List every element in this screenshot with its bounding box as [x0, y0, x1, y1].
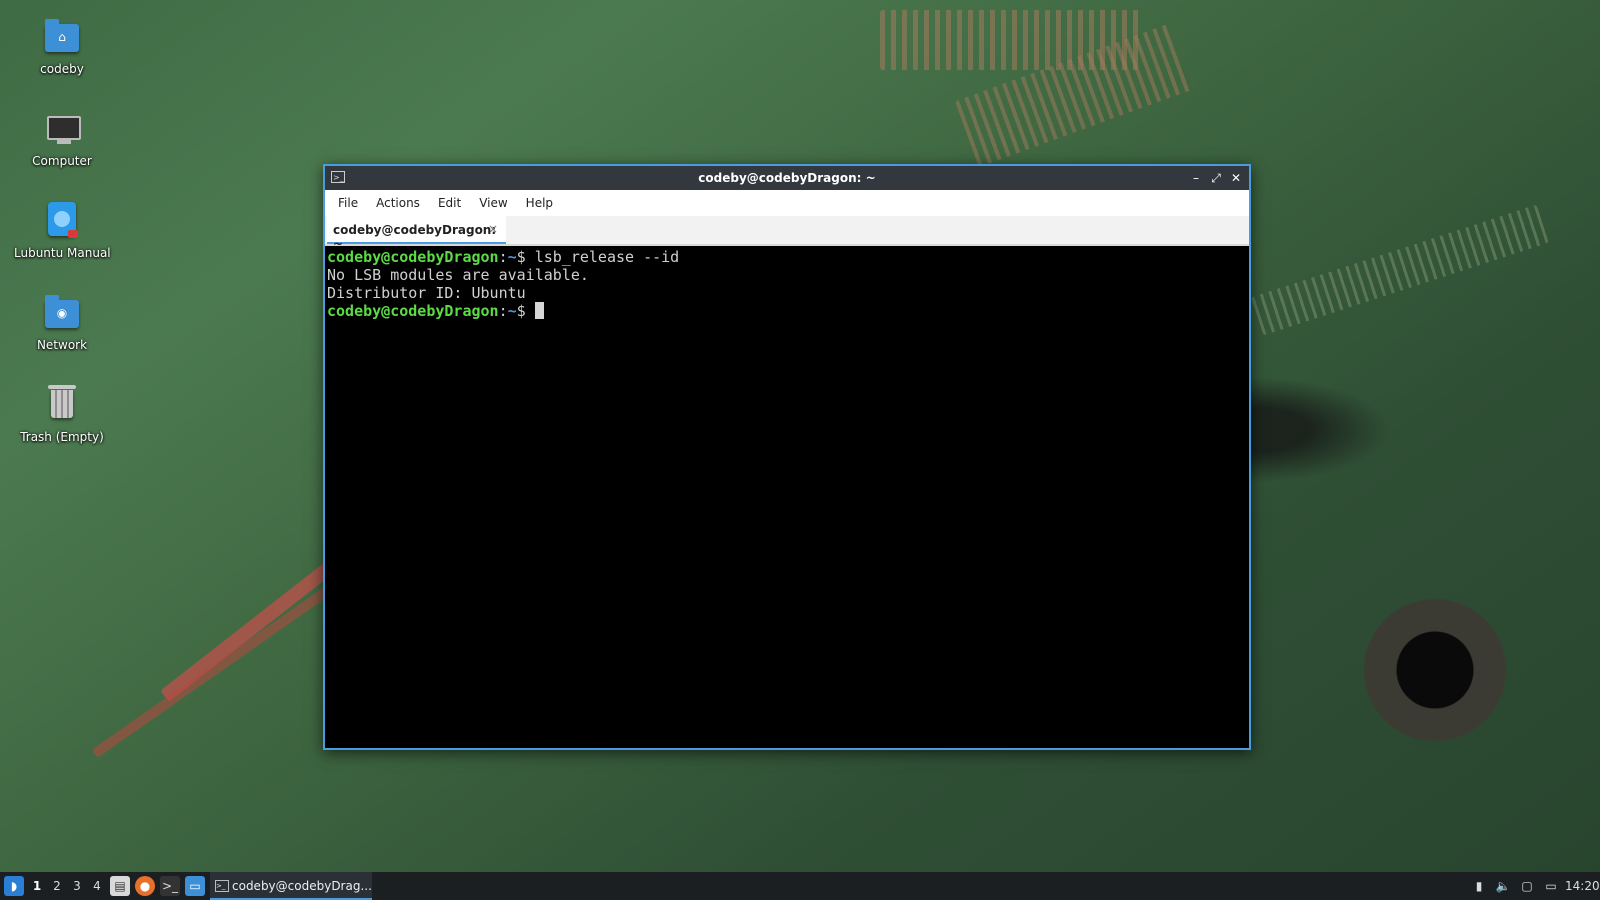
- taskbar-window-button[interactable]: >_ codeby@codebyDrag...: [210, 872, 372, 900]
- close-icon[interactable]: ✕: [1227, 169, 1245, 187]
- firefox-icon[interactable]: ●: [135, 876, 155, 896]
- menu-actions[interactable]: Actions: [367, 190, 429, 216]
- clipboard-icon[interactable]: ▢: [1518, 872, 1536, 900]
- prompt-dollar: $: [516, 248, 535, 266]
- desktop-icon-home[interactable]: ⌂ codeby: [14, 16, 110, 76]
- prompt-path: ~: [507, 248, 517, 266]
- volume-icon[interactable]: 🔈: [1494, 872, 1512, 900]
- network-folder-icon: ◉: [42, 292, 82, 332]
- minimize-icon[interactable]: –: [1187, 169, 1205, 187]
- clock[interactable]: 14:20: [1565, 872, 1600, 900]
- manual-icon: [42, 200, 82, 240]
- desktop-icon-computer[interactable]: Computer: [14, 108, 110, 168]
- trash-icon: [42, 384, 82, 424]
- workspace-3[interactable]: 3: [68, 872, 86, 900]
- prompt-colon: :: [498, 302, 508, 320]
- terminal-output[interactable]: codeby@codebyDragon:~$ lsb_release --id …: [325, 246, 1249, 320]
- maximize-icon[interactable]: ⤢: [1207, 169, 1225, 187]
- tab-bar: codeby@codebyDragon: ~ ×: [325, 216, 1249, 251]
- terminal-launcher-icon[interactable]: >_: [160, 876, 180, 896]
- file-manager-icon[interactable]: ▤: [110, 876, 130, 896]
- menu-bar: File Actions Edit View Help: [325, 190, 1249, 216]
- start-menu-icon[interactable]: ◗: [4, 876, 24, 896]
- display-icon[interactable]: ▭: [1542, 872, 1560, 900]
- workspace-2[interactable]: 2: [48, 872, 66, 900]
- prompt-colon: :: [498, 248, 508, 266]
- prompt-user: codeby@codebyDragon: [327, 302, 499, 320]
- computer-icon: [42, 108, 82, 148]
- desktop-icon-trash[interactable]: Trash (Empty): [14, 384, 110, 444]
- prompt-dollar: $: [516, 302, 535, 320]
- menu-file[interactable]: File: [329, 190, 367, 216]
- desktop-icon-network[interactable]: ◉ Network: [14, 292, 110, 352]
- desktop-icon-label: Computer: [32, 154, 92, 168]
- tab-close-icon[interactable]: ×: [488, 222, 498, 236]
- desktop-icon-label: Trash (Empty): [20, 430, 104, 444]
- terminal-cursor: [534, 302, 544, 319]
- prompt-path: ~: [507, 302, 517, 320]
- workspace-1[interactable]: 1: [28, 872, 46, 900]
- desktop-icon-manual[interactable]: Lubuntu Manual: [14, 200, 111, 260]
- desktop-icon-label: codeby: [40, 62, 84, 76]
- taskbar-window-label: codeby@codebyDrag...: [232, 879, 372, 893]
- menu-view[interactable]: View: [470, 190, 516, 216]
- desktop-icon-label: Lubuntu Manual: [14, 246, 111, 260]
- terminal-line: Distributor ID: Ubuntu: [327, 284, 526, 302]
- desktop-icon-label: Network: [36, 338, 88, 352]
- terminal-line: No LSB modules are available.: [327, 266, 589, 284]
- terminal-line: codeby@codebyDragon:~$ lsb_release --id: [327, 248, 1249, 266]
- workspace-4[interactable]: 4: [88, 872, 106, 900]
- window-titlebar[interactable]: >_ codeby@codebyDragon: ~ – ⤢ ✕: [325, 166, 1249, 190]
- terminal-window: >_ codeby@codebyDragon: ~ – ⤢ ✕ File Act…: [323, 164, 1251, 750]
- terminal-icon: >_: [215, 880, 229, 892]
- taskbar: ◗ 1 2 3 4 ▤ ● >_ ▭ >_ codeby@codebyDrag.…: [0, 872, 1600, 900]
- terminal-command: lsb_release --id: [534, 248, 680, 266]
- show-desktop-icon[interactable]: ▭: [185, 876, 205, 896]
- terminal-tab[interactable]: codeby@codebyDragon: ~ ×: [327, 216, 506, 251]
- home-folder-icon: ⌂: [42, 16, 82, 56]
- menu-help[interactable]: Help: [517, 190, 562, 216]
- network-tray-icon[interactable]: ▮: [1470, 872, 1488, 900]
- prompt-user: codeby@codebyDragon: [327, 248, 499, 266]
- terminal-line: codeby@codebyDragon:~$: [327, 302, 1249, 320]
- window-title: codeby@codebyDragon: ~: [698, 171, 876, 185]
- menu-edit[interactable]: Edit: [429, 190, 470, 216]
